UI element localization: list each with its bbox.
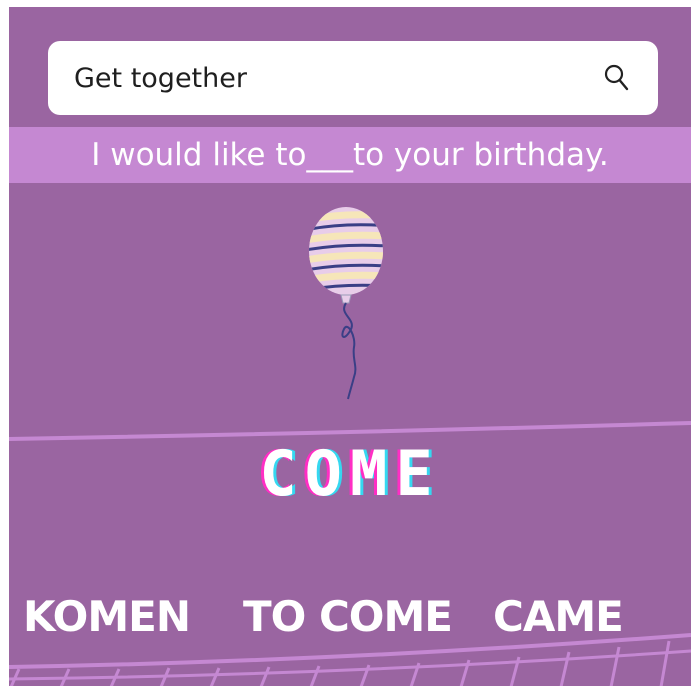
search-icon[interactable]	[602, 63, 632, 93]
question-banner: I would like to___to your birthday.	[9, 127, 691, 183]
search-input[interactable]: Get together	[48, 41, 658, 115]
balloon-icon	[309, 207, 383, 400]
answer-word: COME	[259, 437, 441, 510]
search-input-value: Get together	[74, 62, 247, 94]
question-sentence: I would like to___to your birthday.	[91, 137, 609, 173]
slide-canvas: Get together I would like to___to your b…	[9, 7, 691, 686]
decorative-rail	[9, 633, 691, 686]
